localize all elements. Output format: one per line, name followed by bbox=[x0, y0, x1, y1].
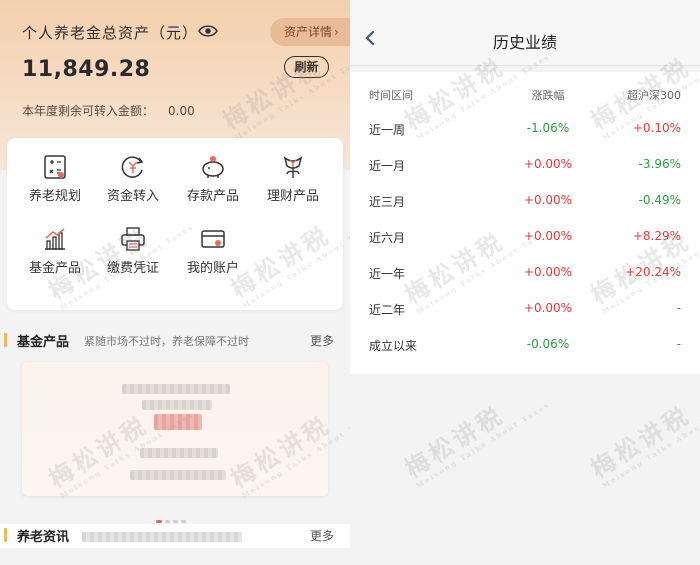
table-row: 近二年 +0.00% - bbox=[350, 291, 700, 327]
period-cell: 近一月 bbox=[369, 159, 406, 173]
news-section-header: 养老资讯 更多 bbox=[0, 524, 350, 548]
menu-item-label: 养老规划 bbox=[28, 189, 81, 204]
performance-table: 时间区间 涨跌幅 超沪深300 近一周 -1.06% +0.10% 近一月 +0… bbox=[350, 72, 700, 374]
remaining-value: 0.00 bbox=[168, 104, 195, 118]
calculator-icon bbox=[44, 155, 66, 179]
carousel-dot[interactable] bbox=[173, 520, 178, 523]
period-cell: 近一年 bbox=[369, 267, 406, 281]
section-accent-bar bbox=[4, 528, 7, 542]
column-header-period: 时间区间 bbox=[369, 89, 413, 102]
blurred-text bbox=[82, 532, 242, 542]
blurred-text bbox=[130, 470, 226, 480]
table-row: 成立以来 -0.06% - bbox=[350, 327, 700, 363]
period-cell: 成立以来 bbox=[369, 339, 418, 353]
menu-item-payment-voucher[interactable]: 缴费凭证 bbox=[91, 226, 175, 276]
menu-item-my-account[interactable]: 我的账户 bbox=[171, 226, 255, 276]
table-row: 近一周 -1.06% +0.10% bbox=[350, 111, 700, 147]
carousel-dot[interactable] bbox=[165, 520, 170, 523]
eye-icon[interactable] bbox=[198, 23, 218, 39]
remaining-transfer-amount: 本年度剩余可转入金额： 0.00 bbox=[22, 102, 195, 119]
yuan-transfer-icon bbox=[121, 156, 144, 178]
chevron-right-icon: › bbox=[334, 25, 339, 39]
fund-section-subtitle: 紧随市场不过时，养老保障不过时 bbox=[84, 335, 249, 348]
excess-cell: -0.49% bbox=[638, 193, 681, 207]
menu-item-label: 基金产品 bbox=[28, 261, 81, 276]
change-cell: +0.00% bbox=[523, 157, 573, 171]
watermark: 梅松讲税Meisong Talks About Taxes bbox=[585, 399, 700, 491]
excess-cell: - bbox=[676, 337, 681, 351]
period-cell: 近六月 bbox=[369, 231, 406, 245]
menu-item-pension-planning[interactable]: 养老规划 bbox=[13, 154, 97, 204]
menu-item-label: 缴费凭证 bbox=[106, 261, 159, 276]
change-cell: -0.06% bbox=[526, 337, 570, 351]
account-card-icon bbox=[201, 230, 225, 248]
blurred-text bbox=[122, 384, 230, 394]
service-menu: 养老规划 资金转入 存款产品 理财产品 基金产品 缴费凭证 我的账户 bbox=[7, 138, 343, 310]
asset-detail-label: 资产详情 bbox=[284, 25, 333, 39]
period-cell: 近三月 bbox=[369, 195, 406, 209]
excess-cell: -3.96% bbox=[638, 157, 681, 171]
table-row: 近六月 +0.00% +8.29% bbox=[350, 219, 700, 255]
table-row: 近三月 +0.00% -0.49% bbox=[350, 183, 700, 219]
period-cell: 近一周 bbox=[369, 123, 406, 137]
menu-item-deposit-products[interactable]: 存款产品 bbox=[171, 154, 255, 204]
column-header-change: 涨跌幅 bbox=[531, 89, 565, 102]
refresh-button[interactable]: 刷新 bbox=[284, 56, 329, 78]
excess-cell: +0.10% bbox=[632, 121, 681, 135]
menu-item-wealth-products[interactable]: 理财产品 bbox=[251, 154, 335, 204]
change-cell: +0.00% bbox=[523, 193, 573, 207]
fund-banner-card[interactable] bbox=[22, 362, 328, 496]
piggy-bank-icon bbox=[202, 156, 224, 178]
watermark: 梅松讲税Meisong Talks About Taxes bbox=[399, 399, 552, 491]
change-cell: +0.00% bbox=[523, 229, 573, 243]
news-section-title: 养老资讯 bbox=[17, 530, 70, 545]
change-cell: +0.00% bbox=[523, 265, 573, 279]
fund-section-header: 基金产品 紧随市场不过时，养老保障不过时 更多 bbox=[0, 329, 350, 353]
printer-icon bbox=[121, 227, 145, 251]
menu-item-label: 我的账户 bbox=[186, 261, 239, 276]
money-plant-icon bbox=[283, 156, 303, 178]
blurred-text bbox=[140, 448, 218, 458]
menu-item-label: 资金转入 bbox=[106, 189, 159, 204]
page-title: 历史业绩 bbox=[492, 33, 557, 52]
carousel-dot[interactable] bbox=[181, 520, 186, 523]
menu-item-label: 理财产品 bbox=[266, 189, 319, 204]
menu-item-fund-transfer[interactable]: 资金转入 bbox=[91, 154, 175, 204]
news-more-link[interactable]: 更多 bbox=[310, 527, 334, 544]
excess-cell: +8.29% bbox=[632, 229, 681, 243]
change-cell: -1.06% bbox=[526, 121, 570, 135]
column-header-excess: 超沪深300 bbox=[627, 89, 681, 102]
nav-bar: 历史业绩 bbox=[350, 0, 700, 66]
remaining-label: 本年度剩余可转入金额： bbox=[22, 104, 155, 118]
blurred-text bbox=[142, 400, 212, 410]
blurred-highlight bbox=[154, 414, 202, 430]
pension-home-screen: 个人养老金总资产（元） 资产详情 › 11,849.28 刷新 本年度剩余可转入金… bbox=[0, 0, 350, 565]
section-accent-bar bbox=[4, 333, 7, 347]
table-row: 近一月 +0.00% -3.96% bbox=[350, 147, 700, 183]
excess-cell: - bbox=[676, 301, 681, 315]
total-assets-amount: 11,849.28 bbox=[22, 57, 151, 82]
total-assets-title: 个人养老金总资产（元） bbox=[22, 24, 199, 42]
asset-detail-button[interactable]: 资产详情 › bbox=[270, 18, 350, 46]
menu-item-label: 存款产品 bbox=[186, 189, 239, 204]
change-cell: +0.00% bbox=[523, 301, 573, 315]
history-performance-screen: 历史业绩 时间区间 涨跌幅 超沪深300 近一周 -1.06% +0.10% 近… bbox=[350, 0, 700, 565]
fund-more-link[interactable]: 更多 bbox=[310, 332, 334, 349]
fund-section-title: 基金产品 bbox=[17, 335, 70, 350]
table-row: 近一年 +0.00% +20.24% bbox=[350, 255, 700, 291]
period-cell: 近二年 bbox=[369, 303, 406, 317]
bar-chart-icon bbox=[45, 228, 65, 250]
carousel-dot[interactable] bbox=[156, 520, 162, 523]
menu-item-fund-products[interactable]: 基金产品 bbox=[13, 226, 97, 276]
excess-cell: +20.24% bbox=[625, 265, 681, 279]
